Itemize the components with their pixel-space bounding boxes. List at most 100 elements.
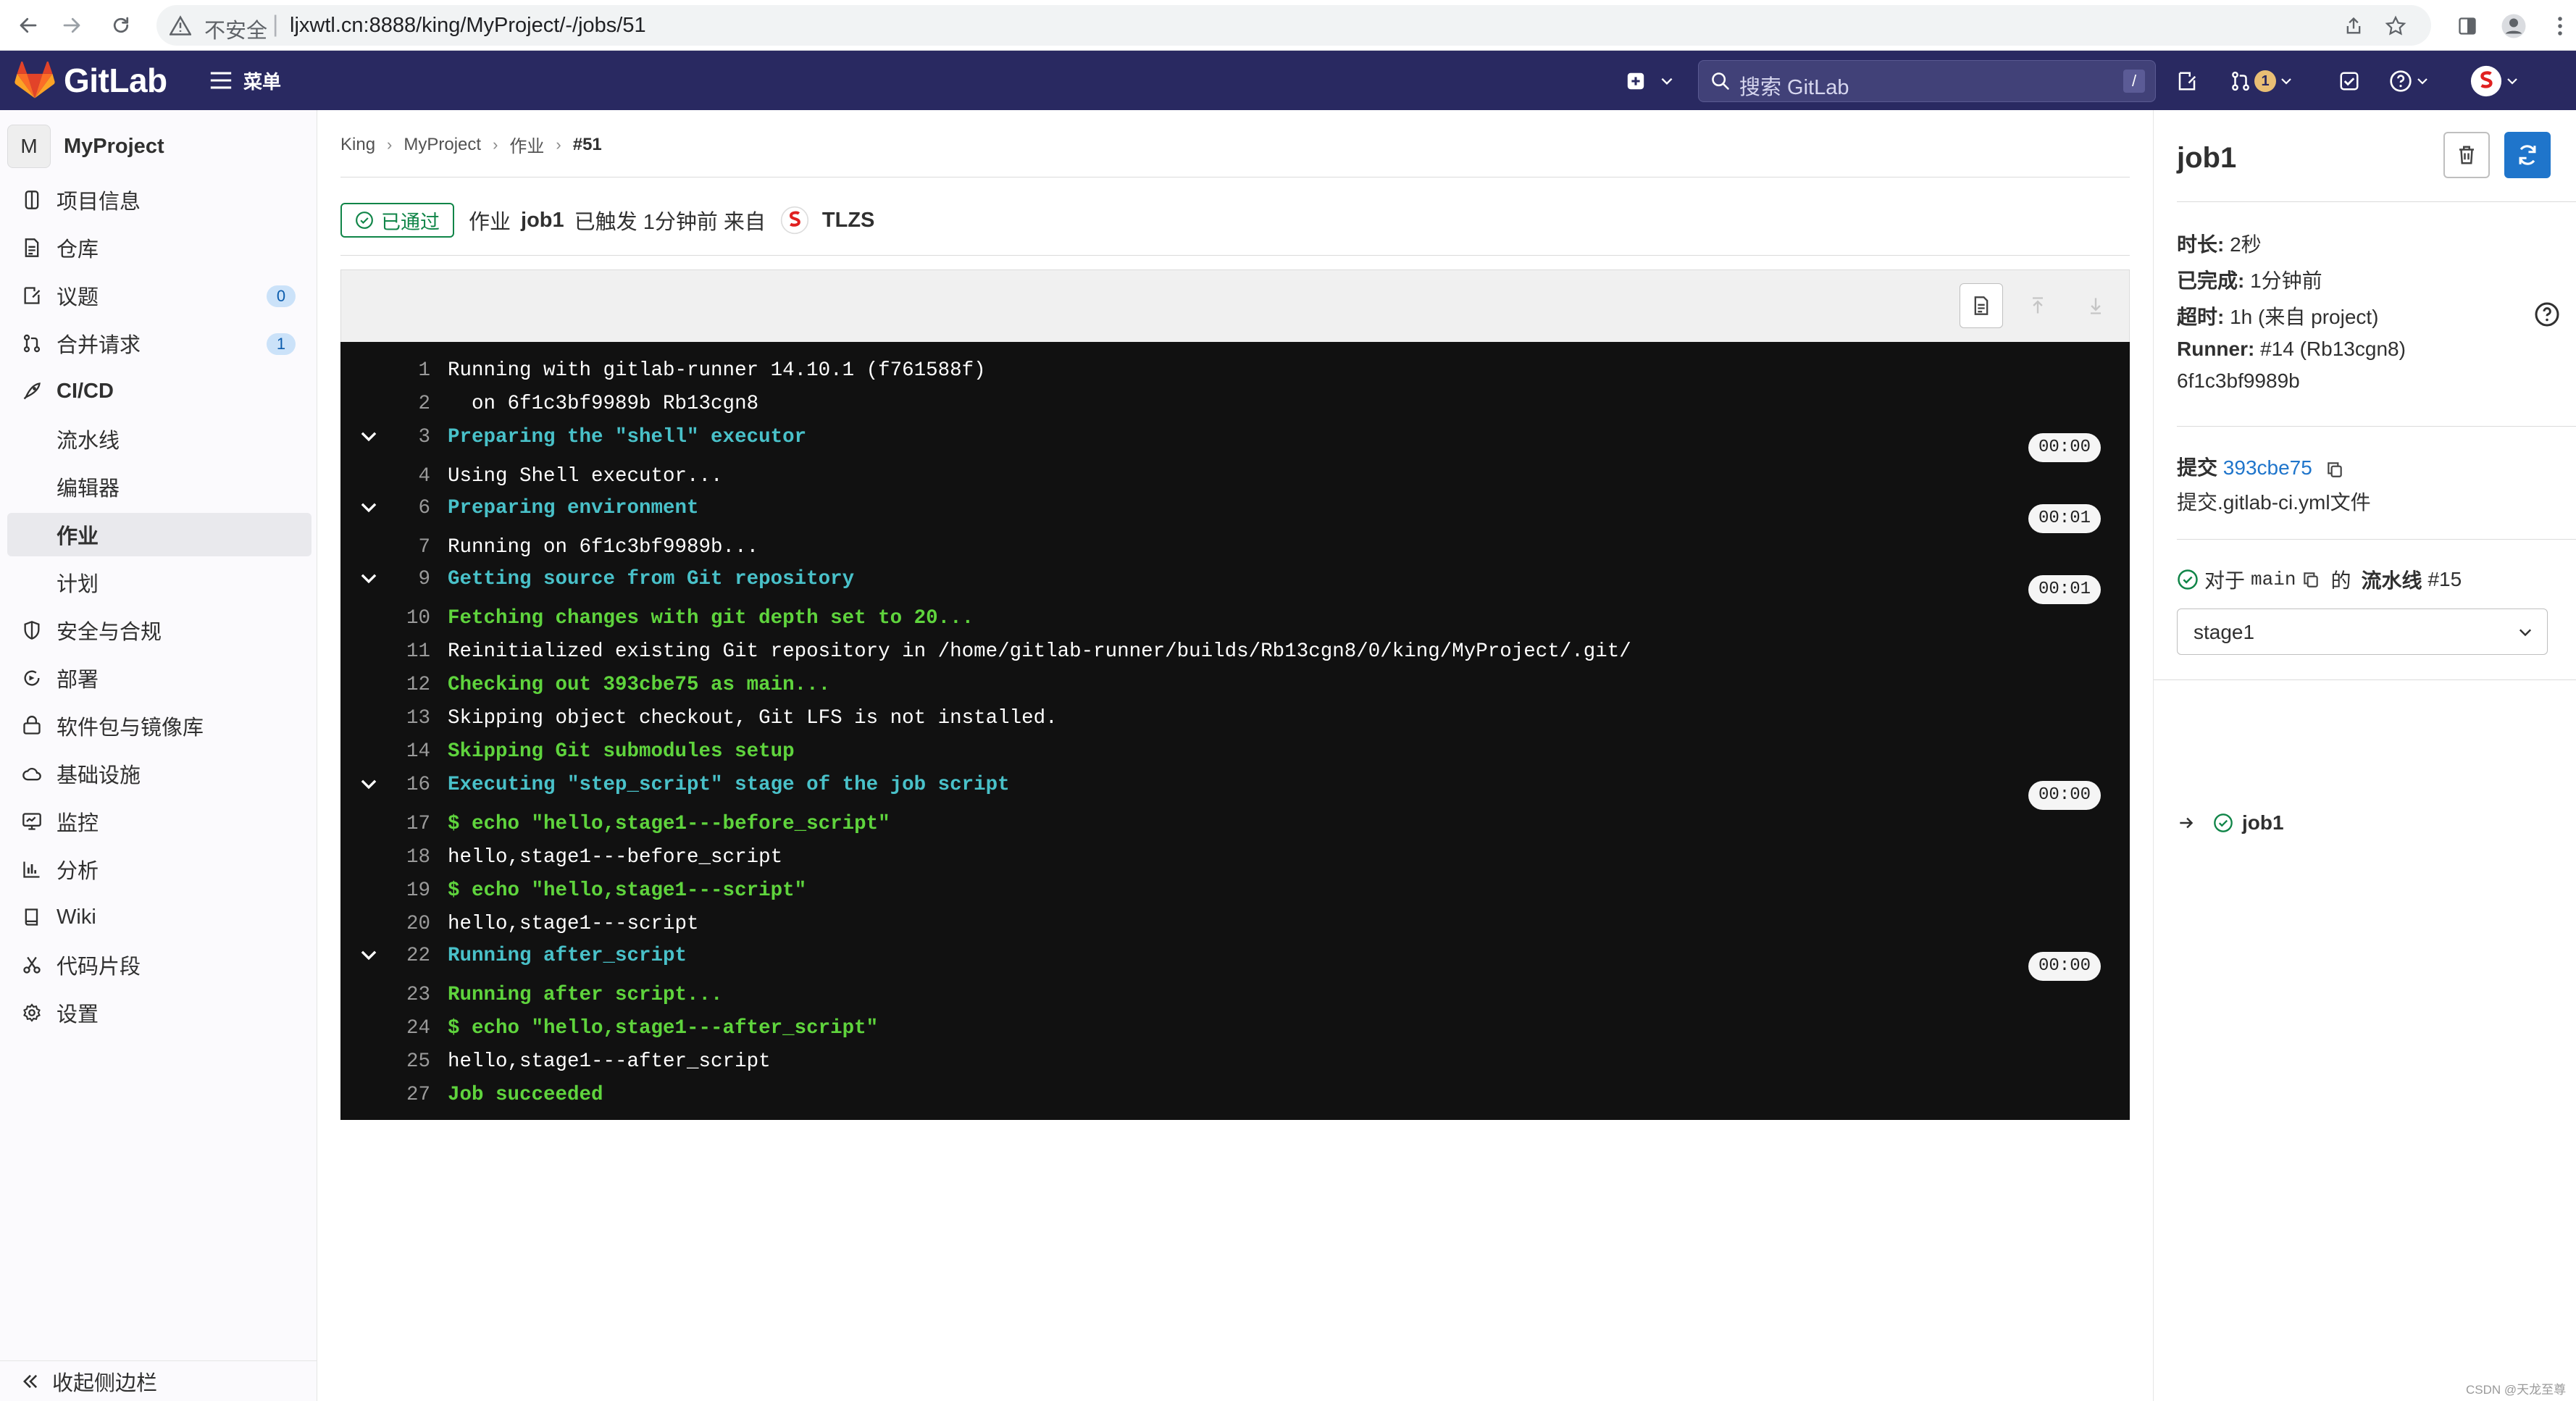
log-line-number[interactable]: 18 <box>385 846 430 869</box>
sidebar-item-label: 部署 <box>57 669 99 692</box>
log-line-number[interactable]: 7 <box>385 536 430 559</box>
user-menu[interactable] <box>2470 65 2519 97</box>
log-line-number[interactable]: 25 <box>385 1050 430 1073</box>
sidebar-item-project-info[interactable]: 项目信息 <box>7 178 311 222</box>
log-line-text: Fetching changes with git depth set to 2… <box>448 607 974 630</box>
finished-row: 已完成: 1分钟前 <box>2177 265 2322 294</box>
tanuki-icon <box>14 62 55 99</box>
view-raw-button[interactable] <box>1960 283 2003 328</box>
pipeline-branch[interactable]: main <box>2251 569 2296 590</box>
log-section-header[interactable]: 22 Running after_script 00:00 <box>340 939 2130 981</box>
pipeline-id[interactable]: #15 <box>2427 568 2462 591</box>
log-line-number[interactable]: 13 <box>385 707 430 729</box>
log-line-number[interactable]: 3 <box>385 426 430 448</box>
log-section-header[interactable]: 9 Getting source from Git repository 00:… <box>340 562 2130 604</box>
sidebar-item-repository[interactable]: 仓库 <box>7 226 311 269</box>
job-header-user[interactable]: TLZS <box>822 209 875 233</box>
menu-button[interactable]: 菜单 <box>209 65 281 96</box>
finished-label: 已完成: <box>2177 269 2245 292</box>
sidebar-item-infrastructure[interactable]: 基础设施 <box>7 752 311 795</box>
sidebar-item-packages[interactable]: 软件包与镜像库 <box>7 704 311 748</box>
log-line-number[interactable]: 4 <box>385 465 430 488</box>
log-line-number[interactable]: 24 <box>385 1017 430 1040</box>
log-line-number[interactable]: 19 <box>385 879 430 902</box>
breadcrumb-item[interactable]: 作业 <box>509 132 544 157</box>
log-line-number[interactable]: 11 <box>385 640 430 663</box>
log-line-number[interactable]: 9 <box>385 568 430 590</box>
scroll-to-bottom-button[interactable] <box>2074 283 2117 328</box>
sidebar-item-label: 安全与合规 <box>57 621 162 644</box>
log-line-number[interactable]: 23 <box>385 984 430 1006</box>
chevron-down-icon[interactable] <box>359 946 378 965</box>
chevron-down-icon[interactable] <box>359 775 378 794</box>
log-section-header[interactable]: 3 Preparing the "shell" executor 00:00 <box>340 420 2130 462</box>
stage-dropdown[interactable]: stage1 <box>2177 609 2548 655</box>
log-section-header[interactable]: 16 Executing "step_script" stage of the … <box>340 768 2130 810</box>
chevron-right-icon: › <box>387 135 393 154</box>
sidebar-item-issues[interactable]: 议题 0 <box>7 274 311 317</box>
share-icon[interactable] <box>2341 14 2366 38</box>
sidebar-item-editor[interactable]: 编辑器 <box>7 465 311 509</box>
erase-log-button[interactable] <box>2443 132 2490 178</box>
chevron-down-icon[interactable] <box>359 498 378 517</box>
chevron-down-icon <box>2507 78 2517 85</box>
create-new-button[interactable] <box>1626 67 1675 96</box>
log-line-number[interactable]: 6 <box>385 497 430 519</box>
sidebar-item-snippets[interactable]: 代码片段 <box>7 943 311 987</box>
project-header[interactable]: M MyProject <box>7 122 311 171</box>
sidebar-item-jobs[interactable]: 作业 <box>7 513 311 556</box>
breadcrumb-current[interactable]: #51 <box>573 135 602 155</box>
copy-icon[interactable] <box>2301 570 2320 589</box>
sidebar-item-pipelines[interactable]: 流水线 <box>7 417 311 461</box>
sidebar-item-schedules[interactable]: 计划 <box>7 561 311 604</box>
sidebar-item-settings[interactable]: 设置 <box>7 991 311 1034</box>
url-text[interactable]: ljxwtl.cn:8888/king/MyProject/-/jobs/51 <box>290 14 646 38</box>
scroll-to-top-button[interactable] <box>2016 283 2059 328</box>
log-line-number[interactable]: 1 <box>385 359 430 382</box>
sidebar-item-cicd[interactable]: CI/CD <box>7 369 311 413</box>
breadcrumb-item[interactable]: MyProject <box>403 135 481 155</box>
todo-icon[interactable] <box>2338 67 2360 96</box>
log-line-number[interactable]: 17 <box>385 813 430 835</box>
help-menu[interactable] <box>2389 67 2430 96</box>
avatar[interactable] <box>780 206 809 235</box>
log-section-header[interactable]: 6 Preparing environment 00:01 <box>340 491 2130 533</box>
sidebar-item-deployments[interactable]: 部署 <box>7 656 311 700</box>
reload-icon[interactable] <box>106 10 136 41</box>
bookmark-star-icon[interactable] <box>2383 14 2408 38</box>
kebab-menu-icon[interactable] <box>2546 12 2575 41</box>
log-line-number[interactable]: 20 <box>385 913 430 935</box>
shield-icon <box>20 619 43 642</box>
retry-button[interactable] <box>2504 132 2551 178</box>
issues-nav-icon[interactable] <box>2176 67 2198 96</box>
log-line-number[interactable]: 16 <box>385 774 430 796</box>
sidebar-item-wiki[interactable]: Wiki <box>7 895 311 939</box>
profile-icon[interactable] <box>2499 12 2528 41</box>
copy-icon[interactable] <box>2325 460 2344 479</box>
chevron-down-icon[interactable] <box>359 427 378 446</box>
sidebar-item-analytics[interactable]: 分析 <box>7 848 311 891</box>
merge-requests-nav[interactable]: 1 <box>2230 67 2293 96</box>
commit-sha-link[interactable]: 393cbe75 <box>2223 456 2312 479</box>
sidebar-item-security[interactable]: 安全与合规 <box>7 609 311 652</box>
log-line-number[interactable]: 2 <box>385 393 430 415</box>
back-icon[interactable] <box>13 10 43 41</box>
log-line-number[interactable]: 10 <box>385 607 430 630</box>
log-line-number[interactable]: 14 <box>385 740 430 763</box>
forward-icon[interactable] <box>57 10 87 41</box>
collapse-sidebar-button[interactable]: 收起侧边栏 <box>0 1360 317 1401</box>
search-input[interactable]: 搜索 GitLab / <box>1698 60 2156 102</box>
job-list-item[interactable]: job1 <box>2177 811 2284 835</box>
gitlab-logo[interactable]: GitLab <box>14 61 167 100</box>
chevron-down-icon[interactable] <box>359 569 378 588</box>
status-badge[interactable]: 已通过 <box>340 203 454 238</box>
log-line-number[interactable]: 12 <box>385 674 430 696</box>
breadcrumb-item[interactable]: King <box>340 135 375 155</box>
sidepanel-icon[interactable] <box>2453 12 2482 41</box>
log-line-number[interactable]: 27 <box>385 1084 430 1106</box>
sidebar-item-merge-requests[interactable]: 合并请求 1 <box>7 322 311 365</box>
log-line-number[interactable]: 22 <box>385 945 430 967</box>
sidebar-item-monitor[interactable]: 监控 <box>7 800 311 843</box>
address-bar[interactable]: 不安全 | ljxwtl.cn:8888/king/MyProject/-/jo… <box>156 5 2431 46</box>
help-icon[interactable] <box>2534 301 2560 327</box>
